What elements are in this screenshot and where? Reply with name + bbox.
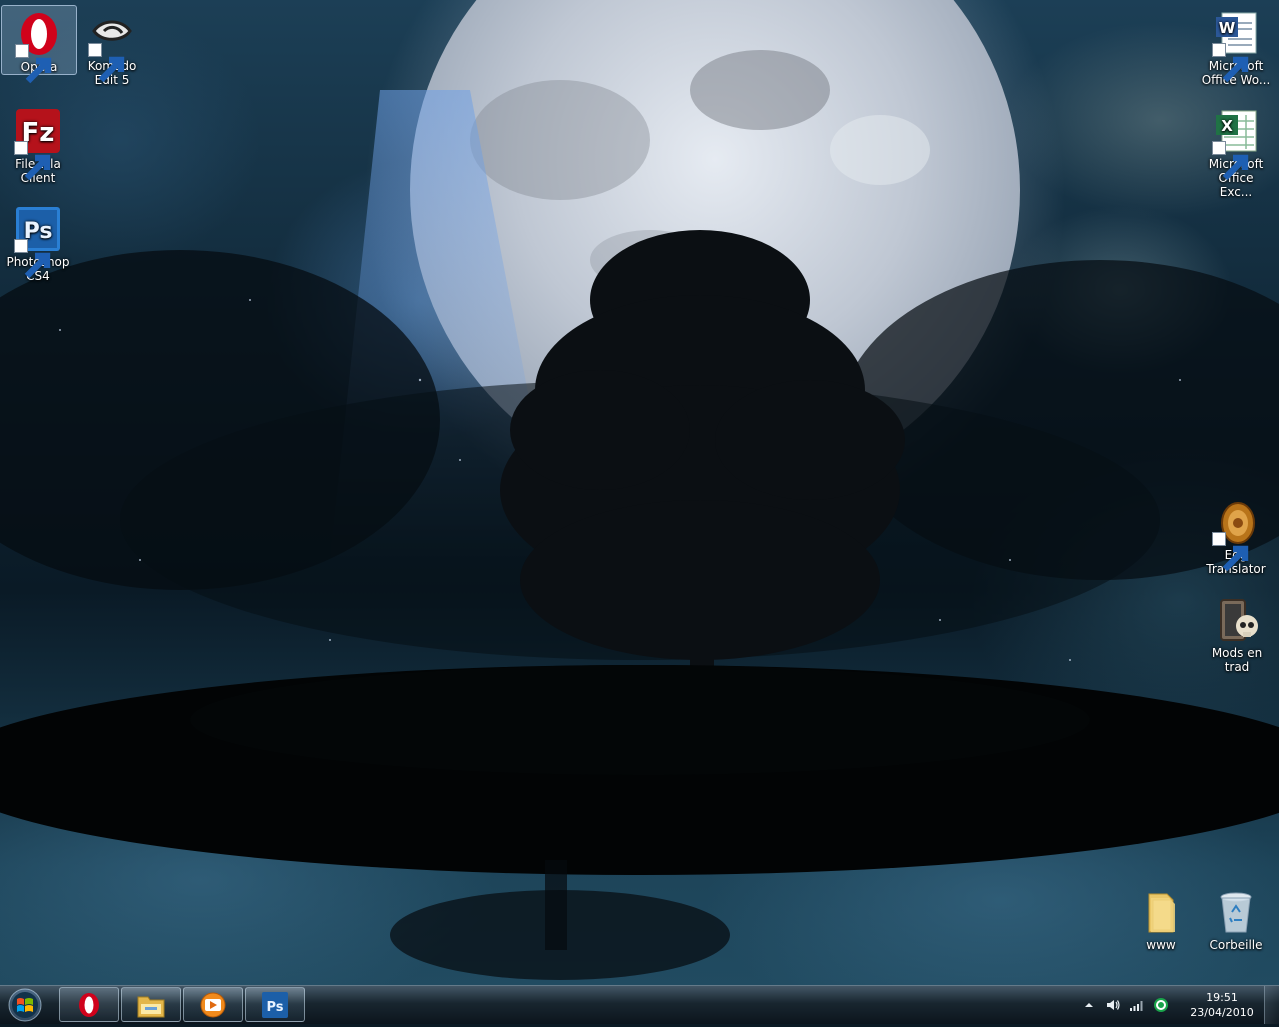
clock[interactable]: 19:51 23/04/2010 bbox=[1187, 990, 1257, 1020]
shortcut-arrow-icon bbox=[1212, 141, 1249, 181]
shortcut-arrow-icon bbox=[88, 43, 125, 83]
desktop-icon-komodo-edit[interactable]: Komodo Edit 5 bbox=[75, 5, 149, 89]
desktop-icon-filezilla[interactable]: Fz FileZilla Client bbox=[1, 103, 75, 187]
shortcut-arrow-icon bbox=[14, 141, 51, 181]
desktop-icon-www-folder[interactable]: www bbox=[1124, 884, 1198, 954]
icon-label: Corbeille bbox=[1209, 938, 1263, 952]
explorer-icon bbox=[137, 996, 165, 1018]
recycle-bin-icon bbox=[1212, 888, 1260, 936]
icon-label: www bbox=[1146, 938, 1176, 952]
windows-logo-icon bbox=[8, 988, 42, 1022]
system-tray: 19:51 23/04/2010 bbox=[1079, 986, 1279, 1024]
svg-text:W: W bbox=[1219, 19, 1236, 37]
folder-icon bbox=[1137, 888, 1185, 936]
desktop-icon-photoshop[interactable]: Ps Photoshop CS4 bbox=[1, 201, 75, 285]
show-hidden-icons-chevron-icon[interactable] bbox=[1081, 997, 1097, 1013]
show-desktop-button[interactable] bbox=[1264, 986, 1279, 1024]
photoshop-icon: Ps bbox=[14, 205, 62, 279]
desktop-icon-excel[interactable]: X Microsoft Office Exc... bbox=[1199, 103, 1273, 201]
wallpaper-art bbox=[0, 0, 1279, 980]
desktop-icon-egg-translator[interactable]: Egg Translator bbox=[1199, 494, 1273, 578]
photoshop-icon: Ps bbox=[262, 992, 288, 1018]
antivirus-icon[interactable] bbox=[1153, 997, 1169, 1013]
taskbar-explorer-button[interactable] bbox=[121, 987, 181, 1022]
word-icon: W bbox=[1212, 9, 1260, 83]
shortcut-arrow-icon bbox=[15, 44, 52, 84]
shortcut-arrow-icon bbox=[14, 239, 51, 279]
taskbar-media-player-button[interactable] bbox=[183, 987, 243, 1022]
svg-text:X: X bbox=[1221, 117, 1233, 135]
icon-label: Mods en trad bbox=[1211, 646, 1263, 674]
komodo-icon bbox=[88, 9, 136, 83]
media-player-icon bbox=[200, 992, 226, 1018]
skull-icon bbox=[1213, 596, 1261, 644]
volume-icon[interactable] bbox=[1105, 997, 1121, 1013]
desktop-icon-recycle-bin[interactable]: Corbeille bbox=[1199, 884, 1273, 954]
network-signal-icon[interactable] bbox=[1129, 997, 1145, 1013]
egg-translator-icon bbox=[1212, 498, 1260, 572]
excel-icon: X bbox=[1212, 107, 1260, 181]
desktop-icon-opera[interactable]: Opera bbox=[1, 5, 77, 84]
svg-text:Ps: Ps bbox=[266, 1000, 283, 1015]
taskbar-opera-button[interactable] bbox=[59, 987, 119, 1022]
opera-icon bbox=[79, 993, 99, 1017]
start-button[interactable] bbox=[4, 987, 46, 1023]
clock-time: 19:51 bbox=[1206, 991, 1238, 1004]
taskbar-photoshop-button[interactable]: Ps bbox=[245, 987, 305, 1022]
shortcut-arrow-icon bbox=[1212, 532, 1249, 572]
filezilla-icon: Fz bbox=[14, 107, 62, 181]
desktop-wallpaper: Opera Komodo Edit 5 Fz FileZilla Client … bbox=[0, 0, 1279, 985]
desktop-icon-word[interactable]: W Microsoft Office Wo... bbox=[1199, 5, 1273, 89]
shortcut-arrow-icon bbox=[1212, 43, 1249, 83]
clock-date: 23/04/2010 bbox=[1190, 1006, 1254, 1019]
desktop-icon-mods-en-trad[interactable]: Mods en trad bbox=[1199, 592, 1275, 676]
opera-icon bbox=[15, 10, 63, 84]
taskbar: Ps 19:51 23/04/2010 bbox=[0, 985, 1279, 1024]
